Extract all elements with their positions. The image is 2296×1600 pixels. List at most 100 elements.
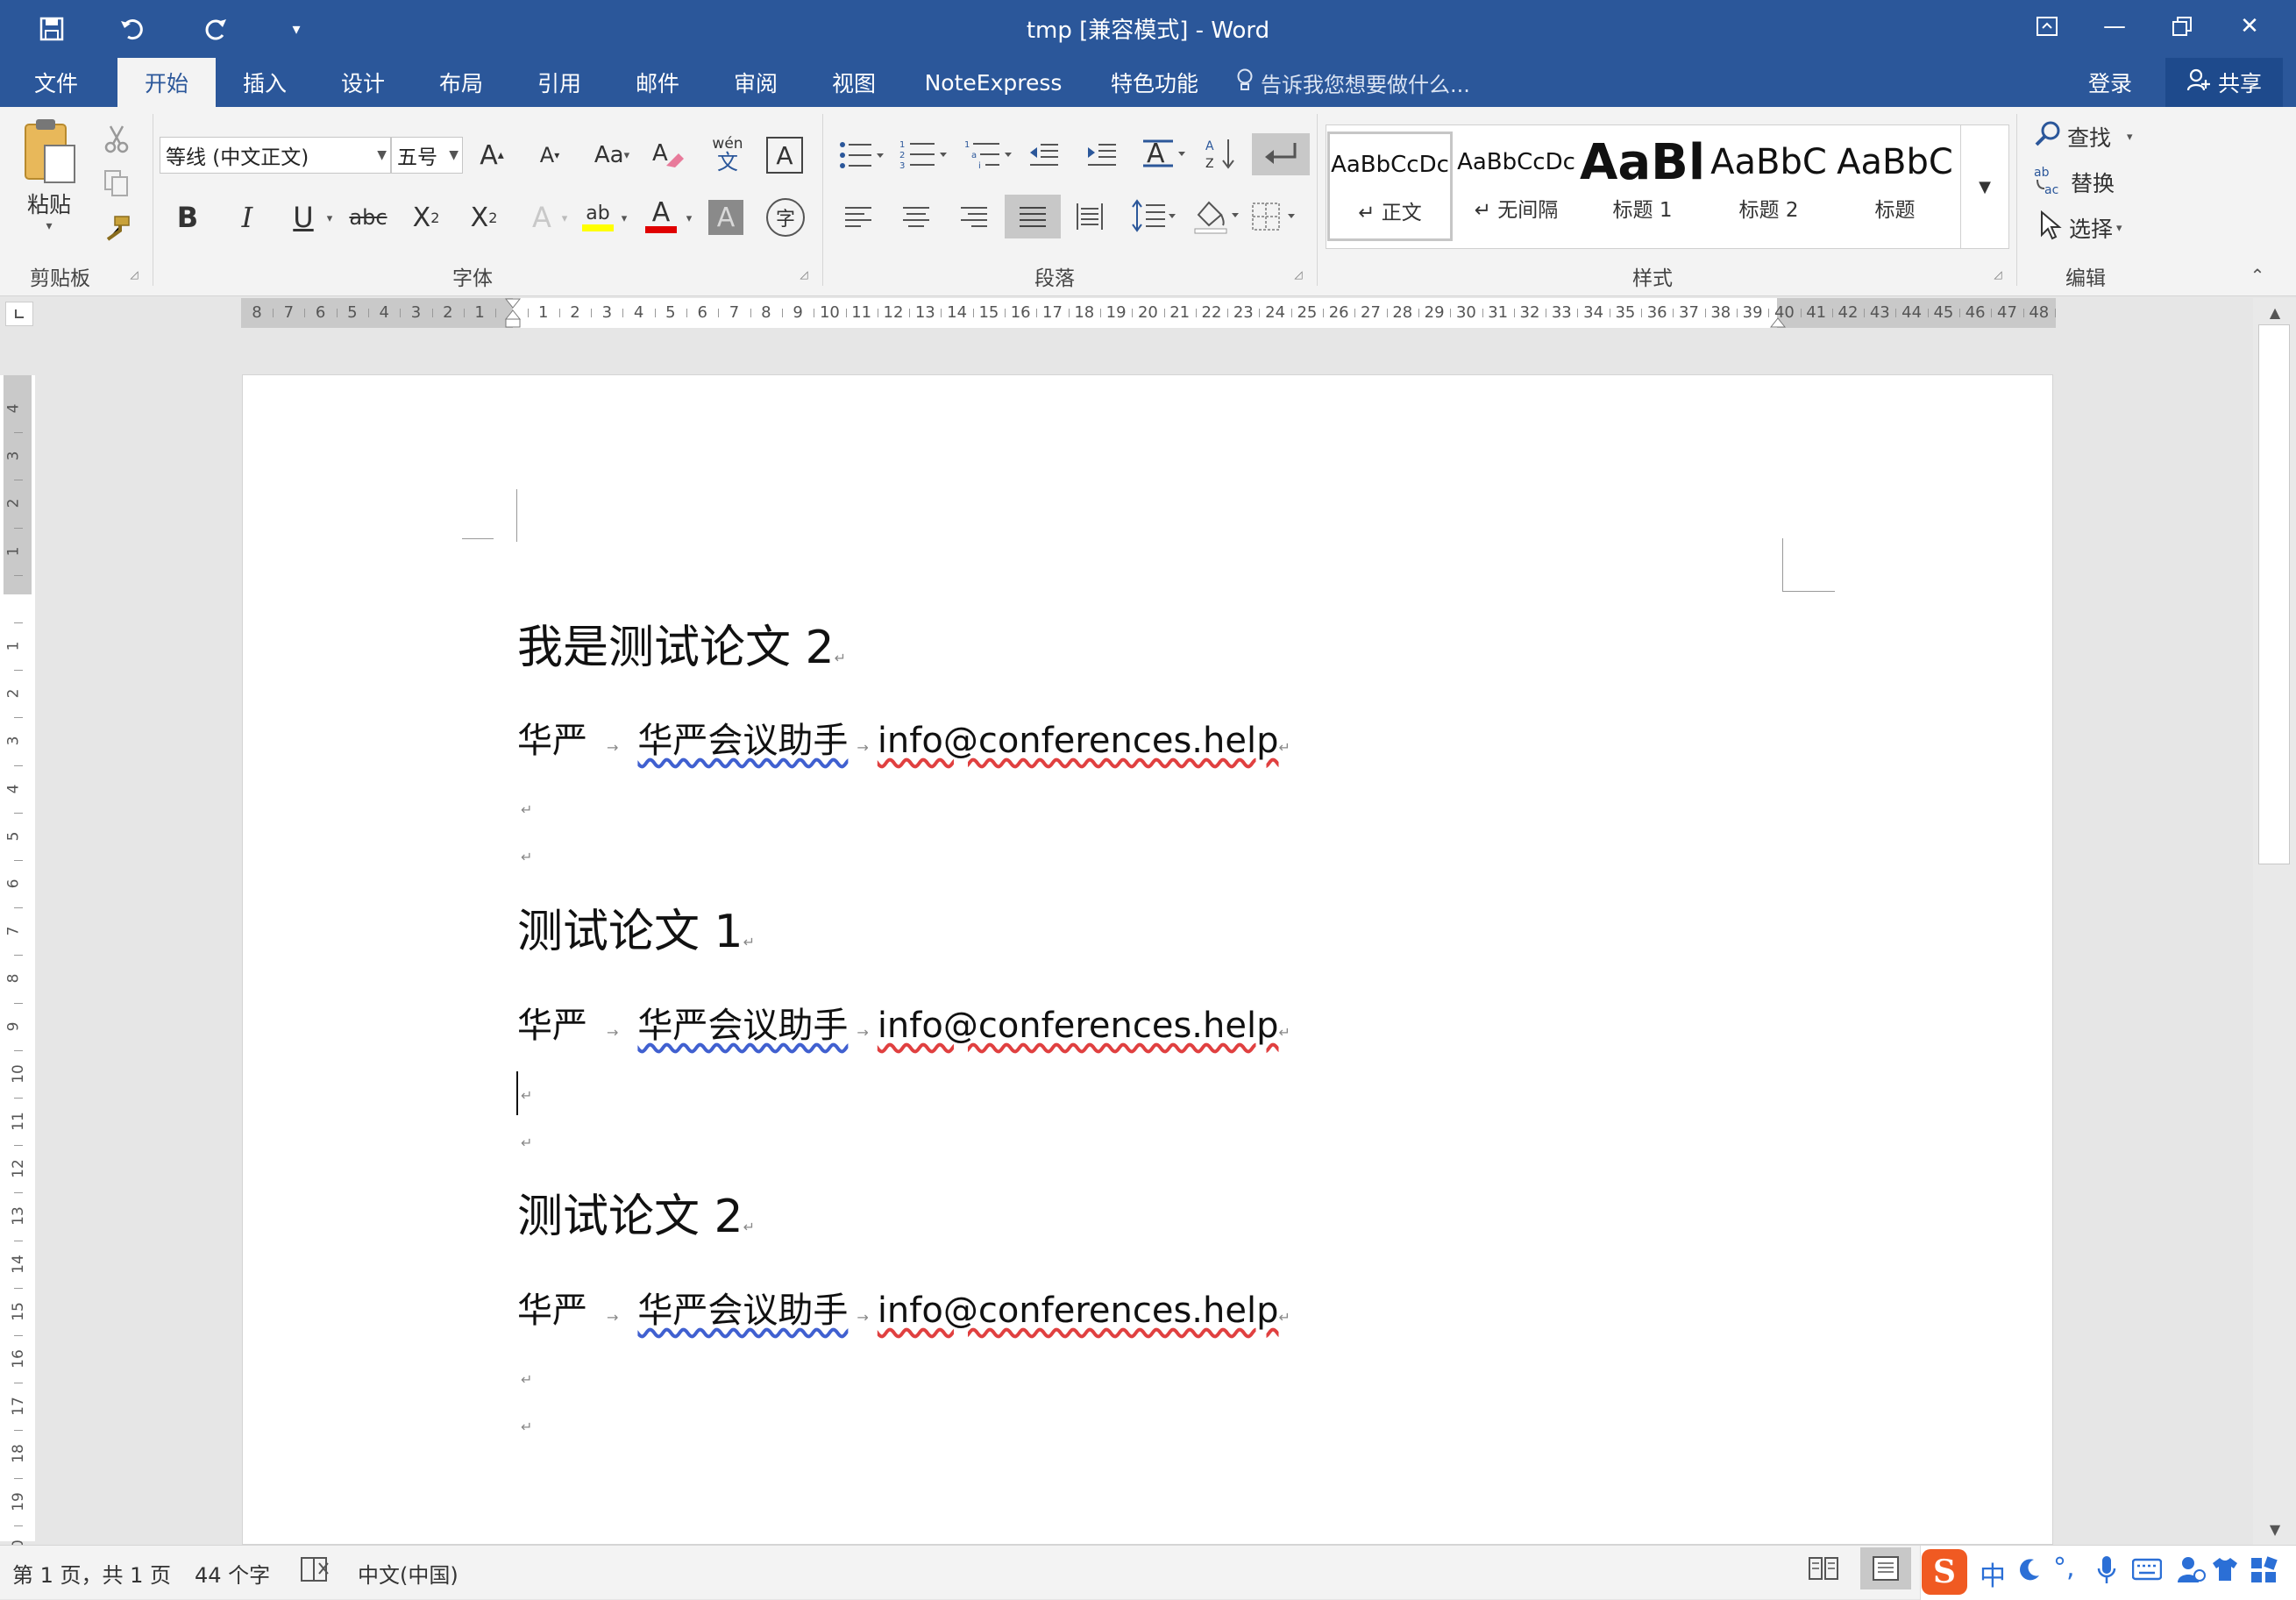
paper-title[interactable]: 测试论文 2↵ [517, 1179, 755, 1245]
paragraph-launcher-icon[interactable]: ◿ [1292, 268, 1304, 281]
tab-review[interactable]: 审阅 [717, 58, 794, 107]
font-launcher-icon[interactable]: ◿ [798, 268, 810, 281]
styles-more-icon[interactable]: ▼ [1960, 124, 2009, 249]
decrease-indent-icon[interactable] [1026, 137, 1063, 174]
select-button[interactable]: 选择 ▾ [2039, 210, 2171, 245]
tab-noteexpress[interactable]: NoteExpress [917, 58, 1070, 107]
right-indent-marker-icon[interactable] [1769, 310, 1787, 328]
style-title[interactable]: AaBbC 标题 [1832, 132, 1958, 241]
scroll-up-icon[interactable]: ▲ [2262, 300, 2288, 324]
paper-meta[interactable]: 华严 → 华严会议助手 → info@conferences.help↵ [517, 997, 1290, 1048]
sort-icon[interactable]: AZ [1201, 133, 1241, 174]
tab-view[interactable]: 视图 [815, 58, 892, 107]
style-no-spacing[interactable]: AaBbCcDc ↵ 无间隔 [1454, 132, 1579, 241]
save-icon[interactable] [32, 9, 72, 49]
enclose-char-icon[interactable]: 字 [766, 198, 805, 237]
tab-design[interactable]: 设计 [324, 58, 402, 107]
paper-title[interactable]: 测试论文 1↵ [517, 894, 755, 960]
minimize-icon[interactable]: — [2081, 0, 2148, 53]
font-color-dropdown-icon[interactable]: ▾ [682, 205, 696, 231]
underline-dropdown-icon[interactable]: ▾ [321, 205, 338, 231]
italic-button[interactable]: I [230, 200, 265, 235]
page-count[interactable]: 第 1 页，共 1 页 [12, 1558, 171, 1589]
clipboard-launcher-icon[interactable]: ◿ [128, 268, 140, 281]
paper-meta[interactable]: 华严 → 华严会议助手 → info@conferences.help↵ [517, 712, 1290, 763]
tell-me-box[interactable]: 告诉我您想要做什么... [1236, 68, 1470, 97]
paper-meta[interactable]: 华严 → 华严会议助手 → info@conferences.help↵ [517, 1282, 1290, 1333]
toolbox-grid-icon[interactable] [2250, 1556, 2278, 1589]
change-case-button[interactable]: Aa ▾ [587, 137, 636, 174]
borders-icon[interactable] [1248, 198, 1301, 235]
scroll-thumb[interactable] [2258, 324, 2290, 864]
tab-layout[interactable]: 布局 [423, 58, 500, 107]
char-border-icon[interactable]: A [766, 137, 803, 174]
ime-mode-toggle[interactable]: 中 [1980, 1554, 2006, 1593]
find-button[interactable]: 查找 ▾ [2034, 119, 2165, 154]
style-normal[interactable]: AaBbCcDc ↵ 正文 [1327, 132, 1453, 241]
undo-icon[interactable] [112, 9, 153, 49]
superscript-button[interactable]: X2 [466, 200, 501, 235]
scroll-down-icon[interactable]: ▼ [2262, 1517, 2288, 1541]
increase-indent-icon[interactable] [1084, 137, 1120, 174]
tab-special[interactable]: 特色功能 [1096, 58, 1213, 107]
collapse-ribbon-icon[interactable]: ⌃ [2244, 265, 2271, 286]
vertical-ruler[interactable]: 43211234567891011121314151617181920 [0, 375, 35, 1574]
skin-shirt-icon[interactable] [2211, 1556, 2239, 1588]
tab-selector-icon[interactable] [5, 302, 33, 326]
tab-references[interactable]: 引用 [521, 58, 598, 107]
horizontal-ruler[interactable]: 8 7 6 5 4 3 2 1 1 2 3 4 5 6 7 8 9 10 11 12 13 14 15 16 17 18 19 20 2… [241, 298, 2056, 328]
format-painter-icon[interactable] [98, 210, 135, 247]
text-effects-icon[interactable]: A [524, 200, 559, 235]
redo-icon[interactable] [195, 9, 235, 49]
align-right-icon[interactable] [956, 198, 992, 235]
ribbon-display-icon[interactable] [2014, 0, 2080, 53]
punctuation-icon[interactable]: °, [2053, 1553, 2075, 1583]
moon-icon[interactable] [2018, 1558, 2041, 1586]
justify-icon[interactable] [1005, 195, 1061, 238]
word-count[interactable]: 44 个字 [195, 1558, 270, 1589]
language-indicator[interactable]: 中文(中国) [358, 1558, 458, 1589]
font-color-icon[interactable]: A [642, 195, 680, 238]
cut-icon[interactable] [98, 121, 135, 158]
login-link[interactable]: 登录 [2071, 58, 2150, 107]
document-page[interactable] [242, 374, 2053, 1545]
user-icon[interactable] [2176, 1554, 2206, 1589]
proofing-icon[interactable] [300, 1554, 331, 1589]
customize-toolbar-icon[interactable]: ▾ [276, 9, 316, 49]
copy-icon[interactable] [98, 165, 135, 202]
replace-button[interactable]: ab ac 替换 [2034, 165, 2165, 200]
multilevel-list-icon[interactable]: 1ai [963, 137, 1015, 174]
close-icon[interactable]: ✕ [2216, 0, 2283, 53]
strikethrough-button[interactable]: abc [347, 200, 389, 235]
share-button[interactable]: 共享 [2165, 58, 2283, 107]
tab-file[interactable]: 文件 [18, 58, 95, 107]
asian-layout-icon[interactable]: A [1140, 133, 1189, 174]
align-left-icon[interactable] [840, 198, 877, 235]
bold-button[interactable]: B [170, 200, 205, 235]
indent-marker-icon[interactable] [504, 298, 522, 328]
paper-title[interactable]: 我是测试论文 2↵ [517, 610, 846, 676]
show-marks-icon[interactable] [1252, 133, 1310, 175]
style-heading-2[interactable]: AaBbC 标题 2 [1706, 132, 1831, 241]
vertical-scrollbar[interactable]: ▲ ▼ [2253, 298, 2296, 1545]
keyboard-icon[interactable] [2131, 1558, 2163, 1586]
tab-insert[interactable]: 插入 [226, 58, 303, 107]
line-spacing-icon[interactable] [1127, 195, 1180, 237]
microphone-icon[interactable] [2097, 1554, 2116, 1591]
font-name-combo[interactable]: 等线 (中文正文) ▼ [160, 137, 391, 174]
highlight-dropdown-icon[interactable]: ▾ [617, 205, 631, 231]
align-center-icon[interactable] [898, 198, 935, 235]
styles-launcher-icon[interactable]: ◿ [1992, 268, 2004, 281]
highlight-icon[interactable]: ab [579, 195, 617, 238]
grow-font-button[interactable]: A ▴ [473, 137, 510, 174]
distributed-icon[interactable] [1071, 198, 1108, 235]
bullets-icon[interactable] [835, 137, 887, 174]
sogou-logo-icon[interactable]: S [1922, 1549, 1967, 1595]
subscript-button[interactable]: X2 [409, 200, 444, 235]
char-shading-icon[interactable]: A [708, 200, 743, 235]
font-size-combo[interactable]: 五号 ▼ [391, 137, 463, 174]
shading-icon[interactable] [1191, 195, 1243, 237]
print-layout-icon[interactable] [1860, 1547, 1911, 1589]
text-effects-dropdown-icon[interactable]: ▾ [558, 205, 572, 231]
read-mode-icon[interactable] [1806, 1553, 1841, 1589]
